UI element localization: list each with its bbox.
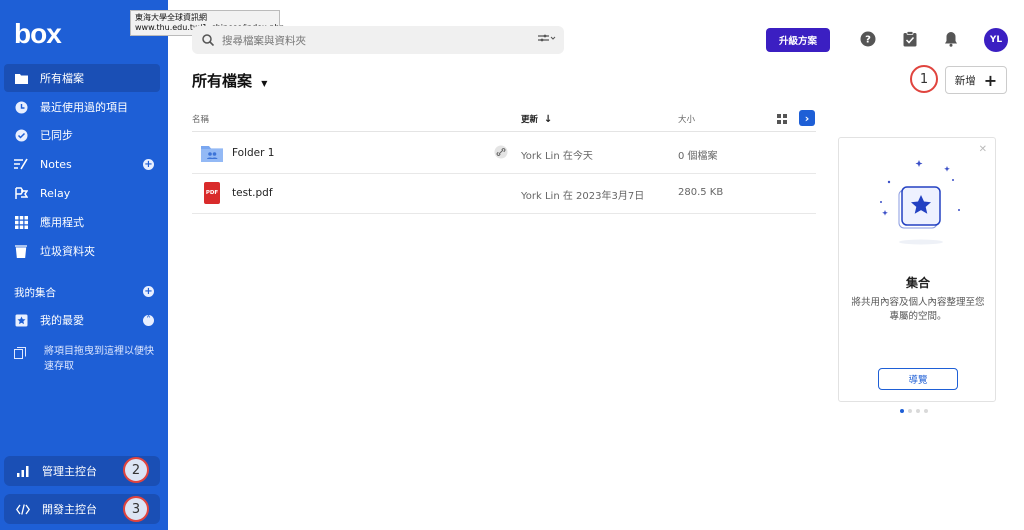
file-name[interactable]: Folder 1	[232, 147, 274, 159]
pdf-file-icon: PDF	[204, 182, 220, 204]
file-name[interactable]: test.pdf	[232, 187, 273, 199]
dev-console-label: 開發主控台	[42, 503, 97, 516]
sidebar-item-all-files[interactable]: 所有檔案	[4, 64, 160, 92]
shared-link-icon[interactable]	[494, 145, 508, 162]
sidebar: box 所有檔案 最近使用過的項目 已同步 Notes + Relay 應用程式…	[0, 0, 168, 530]
sidebar-item-apps[interactable]: 應用程式	[4, 208, 160, 236]
plus-icon: +	[983, 70, 998, 90]
carousel-dots	[900, 409, 928, 413]
box-logo[interactable]: box	[14, 18, 62, 50]
tour-button[interactable]: 導覽	[878, 368, 958, 390]
search-icon	[202, 34, 214, 46]
updated-by: York Lin 在 2023年3月7日	[521, 191, 645, 202]
help-icon[interactable]: ?	[859, 30, 877, 48]
svg-text:?: ?	[865, 35, 871, 46]
search-input[interactable]: 搜尋檔案與資料夾	[222, 33, 306, 48]
close-icon[interactable]: ✕	[979, 144, 987, 155]
tooltip-title: 東海大學全球資訊網	[135, 13, 207, 22]
collections-label: 我的集合	[14, 287, 56, 299]
trash-icon	[14, 244, 28, 258]
page-title-text: 所有檔案	[192, 72, 253, 90]
sidebar-item-label: 垃圾資料夾	[40, 245, 95, 258]
admin-console-label: 管理主控台	[42, 465, 97, 478]
collapse-chevron-icon[interactable]: ˄	[143, 314, 154, 326]
clock-icon	[14, 100, 28, 114]
bar-chart-icon	[16, 464, 30, 478]
new-button[interactable]: 新增 +	[945, 66, 1007, 94]
add-collection-plus-icon[interactable]: +	[143, 286, 154, 297]
carousel-dot[interactable]	[908, 409, 912, 413]
sidebar-item-label: 最近使用過的項目	[40, 101, 128, 114]
sidebar-item-recent[interactable]: 最近使用過的項目	[4, 93, 160, 121]
sidebar-item-notes[interactable]: Notes +	[4, 150, 160, 178]
shared-folder-icon	[201, 143, 223, 166]
table-row[interactable]: Folder 1 York Lin 在今天 0 個檔案	[192, 134, 816, 174]
collections-illustration	[880, 160, 960, 245]
sort-arrow-down-icon: ↓	[543, 114, 553, 125]
collections-promo-card: ✕ 集合 將共用內容及個人內容整理至您專屬的空間。 導覽	[838, 137, 996, 402]
notifications-bell-icon[interactable]	[942, 30, 960, 48]
column-header-updated[interactable]: 更新 ↓	[521, 113, 552, 125]
column-header-size[interactable]: 大小	[678, 113, 695, 125]
search-filter-icon[interactable]	[538, 33, 556, 46]
sidebar-item-label: 所有檔案	[40, 72, 84, 85]
app-window: box 所有檔案 最近使用過的項目 已同步 Notes + Relay 應用程式…	[0, 0, 1024, 530]
tasks-clipboard-icon[interactable]	[901, 30, 919, 48]
sidebar-item-label: Relay	[40, 186, 71, 200]
relay-icon	[14, 186, 28, 200]
expand-panel-chevron-icon[interactable]: ›	[799, 110, 815, 126]
carousel-dot[interactable]	[916, 409, 920, 413]
drop-hint-text: 將項目拖曳到這裡以便快速存取	[44, 346, 154, 372]
check-circle-icon	[14, 128, 28, 142]
column-header-updated-label: 更新	[521, 115, 539, 125]
drop-hint: 將項目拖曳到這裡以便快速存取	[14, 344, 160, 374]
upgrade-plan-button[interactable]: 升級方案	[766, 28, 830, 52]
carousel-dot[interactable]	[924, 409, 928, 413]
code-icon	[16, 502, 30, 516]
card-title: 集合	[905, 276, 930, 290]
item-size: 0 個檔案	[678, 151, 718, 162]
sidebar-item-favorites[interactable]: 我的最愛 ˄	[4, 306, 160, 334]
page-title[interactable]: 所有檔案 ▼	[192, 70, 267, 91]
search-bar[interactable]: 搜尋檔案與資料夾	[192, 26, 564, 54]
item-size: 280.5 KB	[678, 187, 724, 198]
callout-badge-1: 1	[910, 65, 938, 93]
callout-badge-3: 3	[123, 496, 149, 522]
table-row[interactable]: PDF test.pdf York Lin 在 2023年3月7日 280.5 …	[192, 174, 816, 214]
caret-down-icon: ▼	[261, 79, 268, 88]
user-avatar[interactable]: YL	[984, 28, 1008, 52]
sidebar-item-label: 已同步	[40, 129, 73, 142]
sidebar-item-synced[interactable]: 已同步	[4, 121, 160, 149]
updated-by: York Lin 在今天	[521, 151, 593, 162]
sidebar-item-label: 應用程式	[40, 216, 84, 229]
file-table-header: 名稱 更新 ↓ 大小	[192, 108, 816, 132]
add-note-plus-icon[interactable]: +	[143, 158, 154, 170]
grid-view-icon[interactable]	[775, 112, 789, 126]
folder-icon	[14, 71, 28, 85]
sidebar-item-label: Notes	[40, 157, 72, 171]
carousel-dot-active[interactable]	[900, 409, 904, 413]
copy-icon	[14, 346, 26, 360]
grid-icon	[14, 215, 28, 229]
sidebar-item-label: 我的最愛	[40, 314, 84, 327]
column-header-name[interactable]: 名稱	[192, 113, 209, 125]
sidebar-item-relay[interactable]: Relay	[4, 179, 160, 207]
sidebar-item-trash[interactable]: 垃圾資料夾	[4, 237, 160, 265]
card-description: 將共用內容及個人內容整理至您專屬的空間。	[851, 297, 985, 322]
callout-badge-2: 2	[123, 457, 149, 483]
new-button-label: 新增	[954, 74, 976, 87]
notes-icon	[14, 157, 28, 171]
favorites-star-icon	[14, 313, 28, 327]
